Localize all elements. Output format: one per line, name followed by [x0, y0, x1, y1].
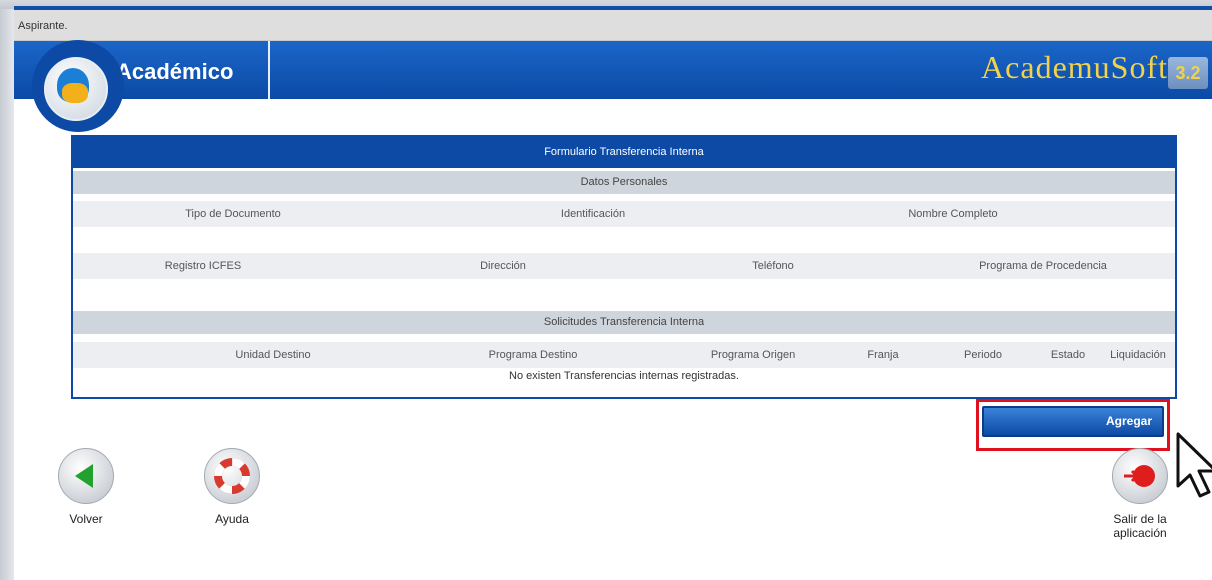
app-header: Académico AcademuSoft 3.2 [14, 41, 1212, 99]
personal-data-row-1: Tipo de Documento Identificación Nombre … [73, 201, 1175, 227]
requests-columns-row: Unidad Destino Programa Destino Programa… [73, 342, 1175, 368]
brand-version-badge: 3.2 [1168, 57, 1208, 89]
phone-label: Teléfono [752, 260, 794, 272]
header-divider [268, 41, 270, 99]
full-name-label: Nombre Completo [908, 208, 998, 220]
exit-control[interactable]: Salir de la aplicación [1090, 448, 1190, 540]
personal-data-values-1 [73, 229, 1175, 247]
origin-program-label: Programa de Procedencia [979, 260, 1107, 272]
help-control[interactable]: Ayuda [182, 448, 282, 526]
exit-label: Salir de la aplicación [1113, 512, 1167, 540]
requests-header: Solicitudes Transferencia Interna [73, 311, 1175, 334]
col-settlement: Liquidación [1110, 349, 1166, 361]
app-window: Aspirante. Académico AcademuSoft 3.2 For… [14, 10, 1212, 580]
col-target-program: Programa Destino [488, 349, 578, 361]
back-arrow-icon[interactable] [58, 448, 114, 504]
icfes-label: Registro ICFES [164, 260, 242, 272]
empty-requests-message: No existen Transferencias internas regis… [509, 370, 739, 382]
personal-data-header: Datos Personales [73, 171, 1175, 194]
transfer-form: Formulario Transferencia Interna Datos P… [71, 135, 1177, 399]
col-origin-program: Programa Origen [710, 349, 796, 361]
window-frame-left [0, 0, 14, 580]
lifebuoy-icon[interactable] [204, 448, 260, 504]
add-button[interactable]: Agregar [982, 406, 1164, 437]
module-title: Académico [116, 59, 234, 84]
user-role-label: Aspirante. [18, 20, 68, 32]
personal-data-row-2: Registro ICFES Dirección Teléfono Progra… [73, 253, 1175, 279]
form-title: Formulario Transferencia Interna [73, 137, 1175, 168]
col-target-unit: Unidad Destino [235, 349, 311, 361]
identification-label: Identificación [560, 208, 626, 220]
col-period: Periodo [964, 349, 1002, 361]
col-status: Estado [1050, 349, 1086, 361]
doc-type-label: Tipo de Documento [185, 208, 281, 220]
user-bar: Aspirante. [14, 10, 1212, 41]
help-label: Ayuda [215, 512, 249, 526]
back-label: Volver [69, 512, 103, 526]
academic-module-icon [44, 57, 108, 121]
exit-door-icon[interactable] [1112, 448, 1168, 504]
address-label: Dirección [480, 260, 526, 272]
brand-logo-text: AcademuSoft [981, 49, 1168, 85]
col-slot: Franja [867, 349, 899, 361]
personal-data-values-2 [73, 281, 1175, 299]
back-control[interactable]: Volver [36, 448, 136, 526]
